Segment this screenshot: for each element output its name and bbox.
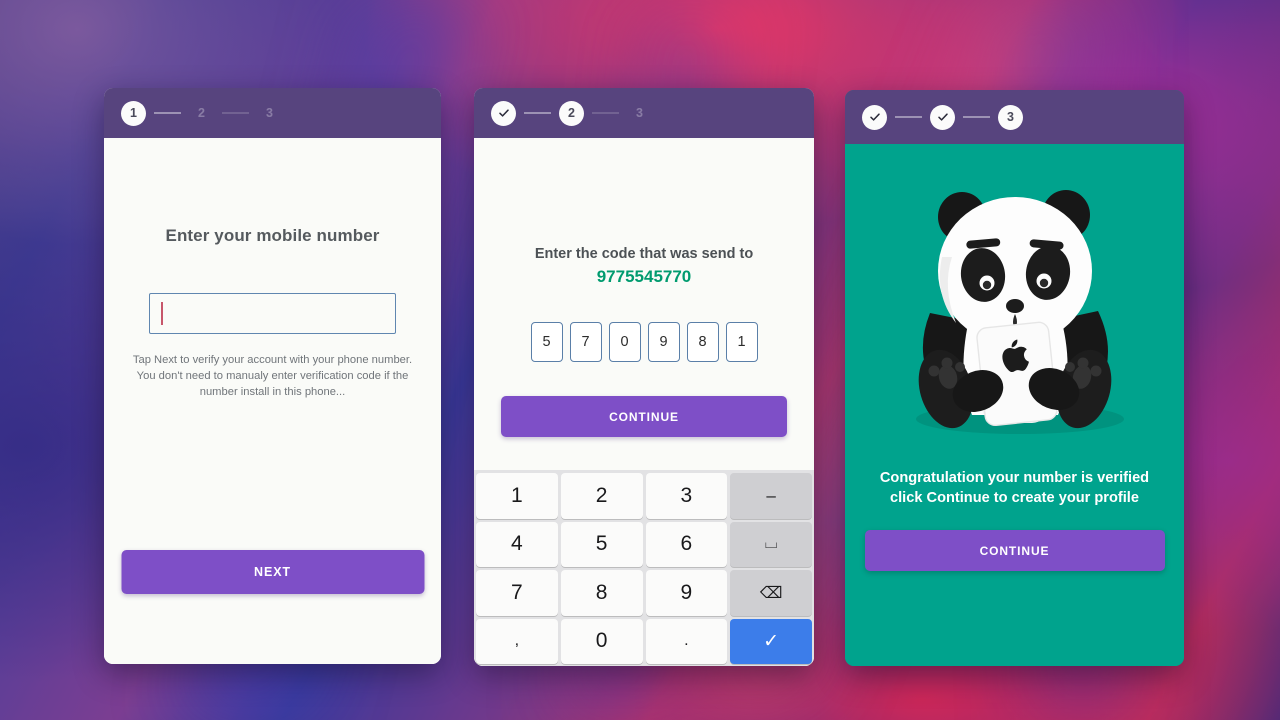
stepper-3: 3 bbox=[845, 90, 1184, 144]
screen-enter-verification-code: 2 3 Enter the code that was send to 9775… bbox=[474, 88, 814, 666]
key-period[interactable]: . bbox=[645, 618, 728, 664]
check-icon bbox=[869, 113, 880, 121]
step-indicator-3[interactable]: 3 bbox=[257, 106, 282, 120]
step-indicator-1-complete[interactable] bbox=[862, 104, 887, 130]
key-5[interactable]: 5 bbox=[560, 521, 643, 567]
step-indicator-3[interactable]: 3 bbox=[998, 104, 1023, 130]
step-connector-2 bbox=[592, 112, 619, 114]
stepper-1: 1 2 3 bbox=[104, 88, 441, 138]
otp-input-group[interactable]: 5 7 0 9 8 1 bbox=[530, 322, 758, 362]
otp-digit-3[interactable]: 0 bbox=[608, 322, 641, 362]
mobile-number-input[interactable] bbox=[149, 293, 396, 334]
text-caret bbox=[161, 302, 163, 325]
otp-digit-5[interactable]: 8 bbox=[686, 322, 719, 362]
key-7[interactable]: 7 bbox=[476, 570, 558, 616]
success-message: Congratulation your number is verified c… bbox=[879, 470, 1150, 507]
check-icon bbox=[937, 113, 948, 121]
otp-digit-4[interactable]: 9 bbox=[647, 322, 680, 362]
otp-digit-6[interactable]: 1 bbox=[725, 322, 758, 362]
screen-3-body: Congratulation your number is verified c… bbox=[845, 144, 1184, 666]
key-1[interactable]: 1 bbox=[476, 473, 558, 519]
key-space[interactable]: ⌴ bbox=[730, 521, 812, 567]
verification-hint-text: Tap Next to verify your account with you… bbox=[132, 354, 413, 398]
key-0[interactable]: 0 bbox=[560, 618, 643, 664]
step-connector-1 bbox=[895, 116, 922, 118]
screen-enter-mobile-number: 1 2 3 Enter your mobile number Tap Next … bbox=[104, 88, 441, 664]
panda-holding-phone-illustration bbox=[865, 160, 1165, 460]
next-button[interactable]: NEXT bbox=[121, 550, 424, 594]
step-connector-2 bbox=[963, 116, 990, 118]
page-title: Enter your mobile number bbox=[165, 226, 380, 245]
otp-digit-2[interactable]: 7 bbox=[569, 322, 602, 362]
key-minus[interactable]: – bbox=[730, 473, 812, 519]
step-indicator-2-complete[interactable] bbox=[930, 104, 955, 130]
key-4[interactable]: 4 bbox=[476, 521, 558, 567]
numeric-keypad[interactable]: 1 2 3 – 4 5 6 ⌴ 7 8 9 ⌫ , 0 . ✓ bbox=[474, 470, 814, 666]
key-enter[interactable]: ✓ bbox=[730, 618, 812, 664]
continue-button[interactable]: CONTINUE bbox=[501, 396, 787, 437]
continue-button[interactable]: CONTINUE bbox=[864, 530, 1165, 572]
key-3[interactable]: 3 bbox=[645, 473, 728, 519]
step-connector-1 bbox=[524, 112, 551, 114]
code-prompt-title: Enter the code that was send to bbox=[534, 246, 754, 262]
key-6[interactable]: 6 bbox=[645, 521, 728, 567]
key-2[interactable]: 2 bbox=[560, 473, 643, 519]
screen-1-body: Enter your mobile number Tap Next to ver… bbox=[104, 138, 441, 664]
stepper-2: 2 3 bbox=[474, 88, 814, 138]
screen-verification-success: 3 Congratulation your number is verified… bbox=[845, 90, 1184, 666]
key-9[interactable]: 9 bbox=[645, 570, 728, 616]
target-phone-number: 9775545770 bbox=[596, 267, 692, 286]
step-indicator-2[interactable]: 2 bbox=[189, 106, 214, 120]
step-indicator-2[interactable]: 2 bbox=[559, 100, 584, 126]
step-connector-1 bbox=[154, 112, 181, 114]
key-backspace[interactable]: ⌫ bbox=[730, 570, 812, 616]
step-connector-2 bbox=[222, 112, 249, 114]
step-indicator-1[interactable]: 1 bbox=[121, 100, 146, 126]
step-indicator-3[interactable]: 3 bbox=[627, 106, 652, 120]
step-indicator-1-complete[interactable] bbox=[491, 100, 516, 126]
panda-svg bbox=[915, 190, 1124, 434]
key-comma[interactable]: , bbox=[476, 618, 558, 664]
otp-digit-1[interactable]: 5 bbox=[530, 322, 563, 362]
key-8[interactable]: 8 bbox=[560, 570, 643, 616]
check-icon bbox=[498, 109, 509, 117]
screen-2-body: Enter the code that was send to 97755457… bbox=[474, 138, 814, 666]
